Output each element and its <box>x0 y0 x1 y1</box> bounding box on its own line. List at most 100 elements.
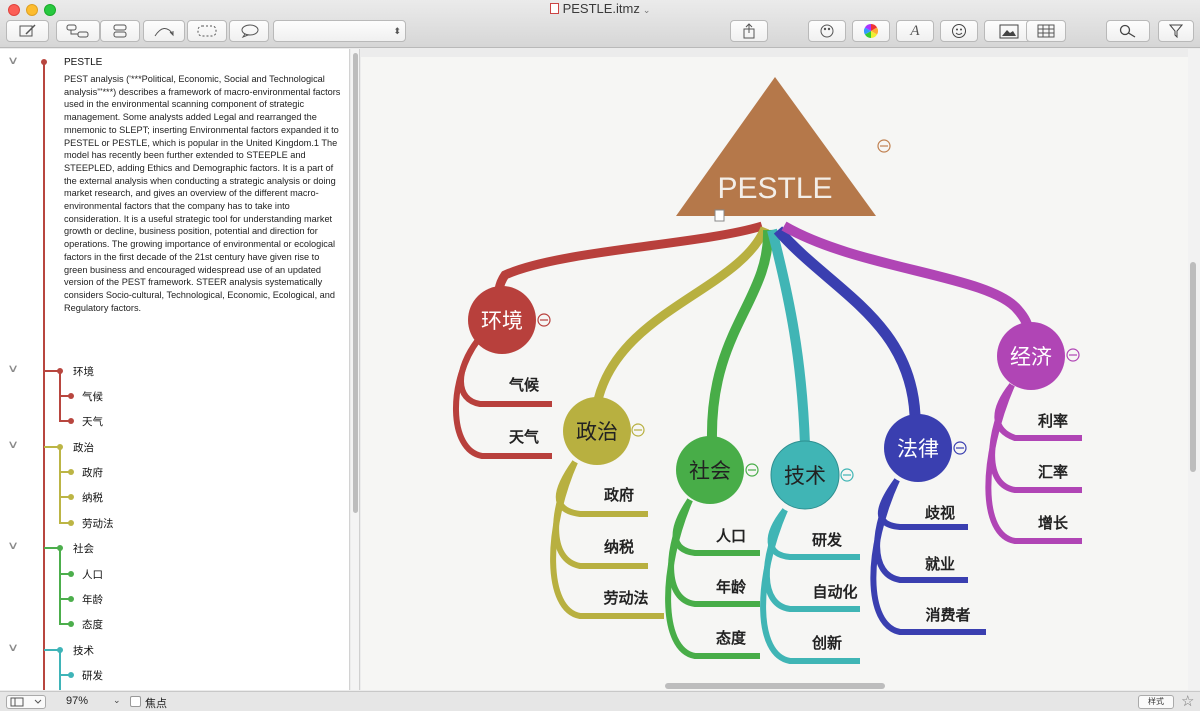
topic-label[interactable]: 技术 <box>784 465 826 488</box>
subtopic-label[interactable]: 消费者 <box>925 606 970 624</box>
subtopic-label[interactable]: 年龄 <box>716 578 747 596</box>
outline-scroll-thumb[interactable] <box>353 53 358 513</box>
collapse-root-toggle[interactable]: ∨ <box>7 54 19 67</box>
topic-style-select[interactable]: ⬍ <box>273 20 406 42</box>
outline-group-label[interactable]: 社会 <box>73 541 94 556</box>
subtopic-label[interactable]: 人口 <box>716 528 746 545</box>
window-titlebar: PESTLE.itmz ⌄ ⬍ A <box>0 0 1200 48</box>
color-wheel-icon <box>864 24 878 38</box>
collapse-group-技术-toggle[interactable]: ∨ <box>7 641 19 654</box>
font-icon: A <box>910 22 920 39</box>
subtopic-label[interactable]: 政府 <box>604 486 634 504</box>
outline-item-label[interactable]: 年龄 <box>82 592 103 607</box>
branch-line <box>44 649 58 651</box>
root-node-label[interactable]: PESTLE <box>717 172 832 205</box>
outline-item-label[interactable]: 研发 <box>82 668 103 683</box>
branch-line <box>59 549 61 625</box>
boundary-button[interactable] <box>187 20 227 42</box>
theme-button[interactable] <box>808 20 846 42</box>
outline-group-label[interactable]: 技术 <box>73 643 94 658</box>
outline-item-label[interactable]: 纳税 <box>82 490 103 505</box>
topic-label[interactable]: 环境 <box>481 310 523 333</box>
outline-group-label[interactable]: 政治 <box>73 440 94 455</box>
subtopic-label[interactable]: 增长 <box>1038 514 1069 532</box>
sub-branch <box>665 498 760 659</box>
subtopic-label[interactable]: 自动化 <box>812 583 857 601</box>
topic-label[interactable]: 法律 <box>897 438 939 461</box>
outline-scrollbar[interactable] <box>351 49 360 690</box>
colors-button[interactable] <box>852 20 890 42</box>
subtopic-label[interactable]: 气候 <box>508 376 540 394</box>
collapse-group-社会-toggle[interactable]: ∨ <box>7 539 19 552</box>
topic-label[interactable]: 经济 <box>1010 346 1052 369</box>
topic-label[interactable]: 政治 <box>576 421 618 444</box>
table-button[interactable] <box>1026 20 1066 42</box>
subtopic-label[interactable]: 就业 <box>925 555 955 573</box>
item-dot <box>68 418 74 424</box>
subtopic-label[interactable]: 创新 <box>811 634 842 652</box>
item-dot <box>68 494 74 500</box>
sidebar-toggle-button[interactable] <box>6 695 46 709</box>
item-dot <box>68 621 74 627</box>
subtopic-label[interactable]: 歧视 <box>925 504 955 522</box>
canvas-horizontal-scroll-thumb[interactable] <box>665 683 885 689</box>
focus-checkbox[interactable] <box>130 696 141 707</box>
outline-item-label[interactable]: 气候 <box>82 389 103 404</box>
table-icon <box>1037 24 1055 38</box>
subtopic-label[interactable]: 态度 <box>716 629 747 647</box>
mindmap-drawing[interactable]: PESTLE 气候 天气 环境 政府 纳税 劳动法 政治 人口 年龄 态度 社会 <box>361 49 1188 690</box>
callout-button[interactable] <box>229 20 269 42</box>
subtopic-label[interactable]: 劳动法 <box>603 589 648 607</box>
item-dot <box>68 393 74 399</box>
outline-group-label[interactable]: 环境 <box>73 364 94 379</box>
subtopic-label[interactable]: 利率 <box>1038 412 1068 430</box>
outline-item-label[interactable]: 劳动法 <box>82 516 114 531</box>
font-button[interactable]: A <box>896 20 934 42</box>
filter-icon <box>1169 24 1183 38</box>
zoom-level[interactable]: 97% <box>66 695 88 707</box>
window-title-text: PESTLE.itmz <box>562 1 640 16</box>
edit-note-button[interactable] <box>6 20 49 42</box>
style-button[interactable]: 样式 <box>1138 695 1174 709</box>
focus-label: 焦点 <box>145 698 167 710</box>
share-button[interactable] <box>730 20 768 42</box>
edit-note-icon <box>19 24 36 37</box>
zoom-chevron-icon[interactable]: ⌄ <box>113 695 121 706</box>
sidebar-icon <box>10 697 42 707</box>
outline-item-label[interactable]: 人口 <box>82 567 103 582</box>
subtopic-label[interactable]: 汇率 <box>1038 463 1068 481</box>
search-button[interactable] <box>1106 20 1150 42</box>
add-child-button[interactable] <box>56 20 100 42</box>
image-icon <box>999 24 1019 38</box>
outline-root-note[interactable]: PEST analysis ('***Political, Economic, … <box>64 73 344 314</box>
relationship-button[interactable] <box>143 20 185 42</box>
root-connector-line <box>43 61 45 690</box>
topic-label[interactable]: 社会 <box>689 460 731 483</box>
item-dot <box>68 469 74 475</box>
subtopic-label[interactable]: 纳税 <box>604 538 634 556</box>
collapse-group-环境-toggle[interactable]: ∨ <box>7 362 19 375</box>
subtopic-label[interactable]: 天气 <box>509 428 539 446</box>
item-dot <box>68 596 74 602</box>
filter-button[interactable] <box>1158 20 1194 42</box>
add-sibling-button[interactable] <box>100 20 140 42</box>
star-icon[interactable]: ☆ <box>1181 692 1194 710</box>
outline-item-label[interactable]: 天气 <box>82 414 103 429</box>
branch-line <box>59 372 61 422</box>
branch-environment <box>493 221 764 306</box>
item-dot <box>68 520 74 526</box>
outline-root-title[interactable]: PESTLE <box>64 57 102 68</box>
window-title[interactable]: PESTLE.itmz ⌄ <box>0 1 1200 16</box>
root-dot <box>41 59 47 65</box>
mindmap-canvas[interactable]: PESTLE 气候 天气 环境 政府 纳税 劳动法 政治 人口 年龄 态度 社会 <box>361 49 1188 690</box>
status-bar: 97% ⌄ 焦点 样式 ☆ <box>0 691 1200 711</box>
outline-item-label[interactable]: 态度 <box>82 617 103 632</box>
collapse-group-政治-toggle[interactable]: ∨ <box>7 438 19 451</box>
canvas-vertical-scroll-thumb[interactable] <box>1190 262 1196 472</box>
note-icon[interactable] <box>714 209 725 222</box>
relationship-arrow-icon <box>154 28 174 37</box>
outline-item-label[interactable]: 政府 <box>82 465 103 480</box>
callout-icon <box>241 24 259 38</box>
subtopic-label[interactable]: 研发 <box>812 531 843 549</box>
emoji-button[interactable] <box>940 20 978 42</box>
